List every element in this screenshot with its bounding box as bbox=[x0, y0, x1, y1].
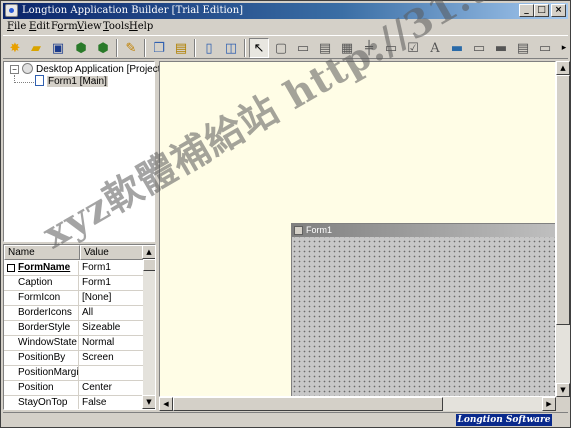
property-grid[interactable]: Name Value FormName Form1 Caption Form1 Form… bbox=[3, 244, 156, 410]
designer-scroll-right[interactable]: ▶ bbox=[542, 397, 556, 411]
scroll-thumb[interactable] bbox=[143, 259, 155, 271]
new-icon[interactable]: ✸ bbox=[5, 38, 25, 58]
brand-badge: Longtion Software bbox=[456, 414, 552, 426]
copy-icon[interactable]: ❐ bbox=[149, 38, 169, 58]
wizard-icon[interactable]: ✎ bbox=[121, 38, 141, 58]
property-scrollbar[interactable]: ▲ ▼ bbox=[142, 245, 155, 409]
label-icon[interactable]: A bbox=[425, 38, 445, 58]
splitter-icon[interactable]: ╪ bbox=[359, 38, 379, 58]
menu-tools[interactable]: Tools bbox=[103, 20, 129, 34]
designer-scroll-down[interactable]: ▼ bbox=[556, 383, 570, 397]
property-value[interactable]: [None] bbox=[80, 291, 143, 305]
project-icon bbox=[22, 63, 33, 74]
property-name: Position bbox=[4, 381, 79, 395]
property-value[interactable]: Screen bbox=[80, 351, 143, 365]
property-value[interactable]: All bbox=[80, 306, 143, 320]
property-row[interactable]: Position Center bbox=[4, 381, 143, 396]
property-value[interactable]: Center bbox=[80, 381, 143, 395]
property-name: BorderIcons bbox=[4, 306, 79, 320]
maximize-button[interactable]: □ bbox=[534, 4, 549, 17]
property-name: FormName bbox=[4, 261, 79, 275]
tree-item-form1[interactable]: Form1 [Main] bbox=[35, 75, 108, 87]
property-value[interactable]: False bbox=[80, 396, 143, 409]
window-title: Longtion Application Builder [Trial Edit… bbox=[22, 5, 244, 16]
menu-help[interactable]: Help bbox=[129, 20, 153, 34]
property-grid-header: Name Value bbox=[4, 245, 143, 260]
app-window: Longtion Application Builder [Trial Edit… bbox=[0, 0, 571, 428]
property-value[interactable]: Form1 bbox=[80, 276, 143, 290]
header-value[interactable]: Value bbox=[80, 245, 143, 260]
page-icon[interactable]: ▯ bbox=[199, 38, 219, 58]
property-row[interactable]: FormIcon [None] bbox=[4, 291, 143, 306]
scroll-up-button[interactable]: ▲ bbox=[142, 245, 155, 259]
property-name: PositionMargin bbox=[4, 366, 79, 380]
designer-vscrollbar[interactable]: ▲ ▼ bbox=[556, 61, 570, 397]
close-button[interactable]: × bbox=[551, 4, 566, 17]
open-folder-icon[interactable]: ▰ bbox=[26, 38, 46, 58]
property-name: BorderStyle bbox=[4, 321, 79, 335]
designer-scroll-left[interactable]: ◀ bbox=[159, 397, 173, 411]
designer-hthumb[interactable] bbox=[173, 397, 443, 411]
property-name: FormIcon bbox=[4, 291, 79, 305]
form-file-icon bbox=[35, 75, 44, 86]
grid-icon[interactable]: ▦ bbox=[337, 38, 357, 58]
property-row[interactable]: BorderStyle Sizeable bbox=[4, 321, 143, 336]
run-icon[interactable]: ⬢ bbox=[93, 38, 113, 58]
menu-view[interactable]: View bbox=[77, 20, 102, 34]
property-name: WindowState bbox=[4, 336, 79, 350]
property-row[interactable]: StayOnTop False bbox=[4, 396, 143, 409]
property-row[interactable]: PositionBy Screen bbox=[4, 351, 143, 366]
form-icon bbox=[294, 226, 303, 235]
form1-canvas[interactable]: Form1 bbox=[291, 223, 555, 396]
designer-vthumb[interactable] bbox=[556, 75, 570, 325]
menu-form[interactable]: Form bbox=[51, 20, 78, 34]
property-row[interactable]: WindowState Normal bbox=[4, 336, 143, 351]
combo-icon[interactable]: ▭ bbox=[535, 38, 555, 58]
property-value[interactable]: Sizeable bbox=[80, 321, 143, 335]
scroll-down-button[interactable]: ▼ bbox=[142, 395, 155, 409]
property-value[interactable]: Normal bbox=[80, 336, 143, 350]
property-name: StayOnTop bbox=[4, 396, 79, 409]
designer-hscrollbar[interactable]: ◀ ▶ bbox=[159, 397, 556, 411]
title-bar[interactable]: Longtion Application Builder [Trial Edit… bbox=[3, 3, 568, 19]
app-icon[interactable] bbox=[5, 4, 18, 17]
build-icon[interactable]: ⬢ bbox=[71, 38, 91, 58]
save-icon[interactable]: ▣ bbox=[48, 38, 68, 58]
menu-bar: File Edit Form View Tools Help bbox=[3, 20, 568, 34]
status-bar: Longtion Software bbox=[3, 412, 568, 426]
paste-icon[interactable]: ▤ bbox=[171, 38, 191, 58]
project-tree[interactable]: − Desktop Application [Project] Form1 [M… bbox=[3, 61, 163, 242]
collapse-icon[interactable]: − bbox=[10, 65, 19, 74]
more-icon[interactable]: ▸ bbox=[554, 38, 571, 58]
property-row[interactable]: BorderIcons All bbox=[4, 306, 143, 321]
menu-edit[interactable]: Edit bbox=[29, 20, 50, 34]
tree-item-project[interactable]: Desktop Application [Project] bbox=[22, 63, 163, 75]
menu-file[interactable]: File bbox=[7, 20, 26, 34]
form-designer[interactable]: Form1 bbox=[159, 61, 556, 397]
image-icon[interactable]: ▬ bbox=[447, 38, 467, 58]
text-icon[interactable]: ▤ bbox=[315, 38, 335, 58]
property-value[interactable]: Form1 bbox=[80, 261, 143, 275]
toolbar: ✸ ▰ ▣ ⬢ ⬢ ✎ ❐ ▤ ▯ ◫ ↖ ▢ ▭ ▤ ▦ ╪ ▭ ☑ A ▬ … bbox=[3, 35, 568, 59]
checkbox-icon[interactable]: ☑ bbox=[403, 38, 423, 58]
slider-icon[interactable]: ▬ bbox=[491, 38, 511, 58]
button-icon[interactable]: ▭ bbox=[381, 38, 401, 58]
pointer-icon[interactable]: ↖ bbox=[249, 38, 269, 58]
designer-scroll-up[interactable]: ▲ bbox=[556, 61, 570, 75]
header-name[interactable]: Name bbox=[4, 245, 80, 260]
form-icon[interactable]: ▢ bbox=[271, 38, 291, 58]
panel-icon[interactable]: ▭ bbox=[293, 38, 313, 58]
property-row[interactable]: Caption Form1 bbox=[4, 276, 143, 291]
property-name: Caption bbox=[4, 276, 79, 290]
minimize-button[interactable]: _ bbox=[519, 4, 534, 17]
property-value[interactable] bbox=[80, 366, 143, 380]
list-icon[interactable]: ▤ bbox=[513, 38, 533, 58]
preview-icon[interactable]: ◫ bbox=[221, 38, 241, 58]
edit-icon[interactable]: ▭ bbox=[469, 38, 489, 58]
property-name: PositionBy bbox=[4, 351, 79, 365]
property-row[interactable]: PositionMargin bbox=[4, 366, 143, 381]
form1-titlebar[interactable]: Form1 bbox=[292, 224, 555, 237]
property-row[interactable]: FormName Form1 bbox=[4, 261, 143, 276]
